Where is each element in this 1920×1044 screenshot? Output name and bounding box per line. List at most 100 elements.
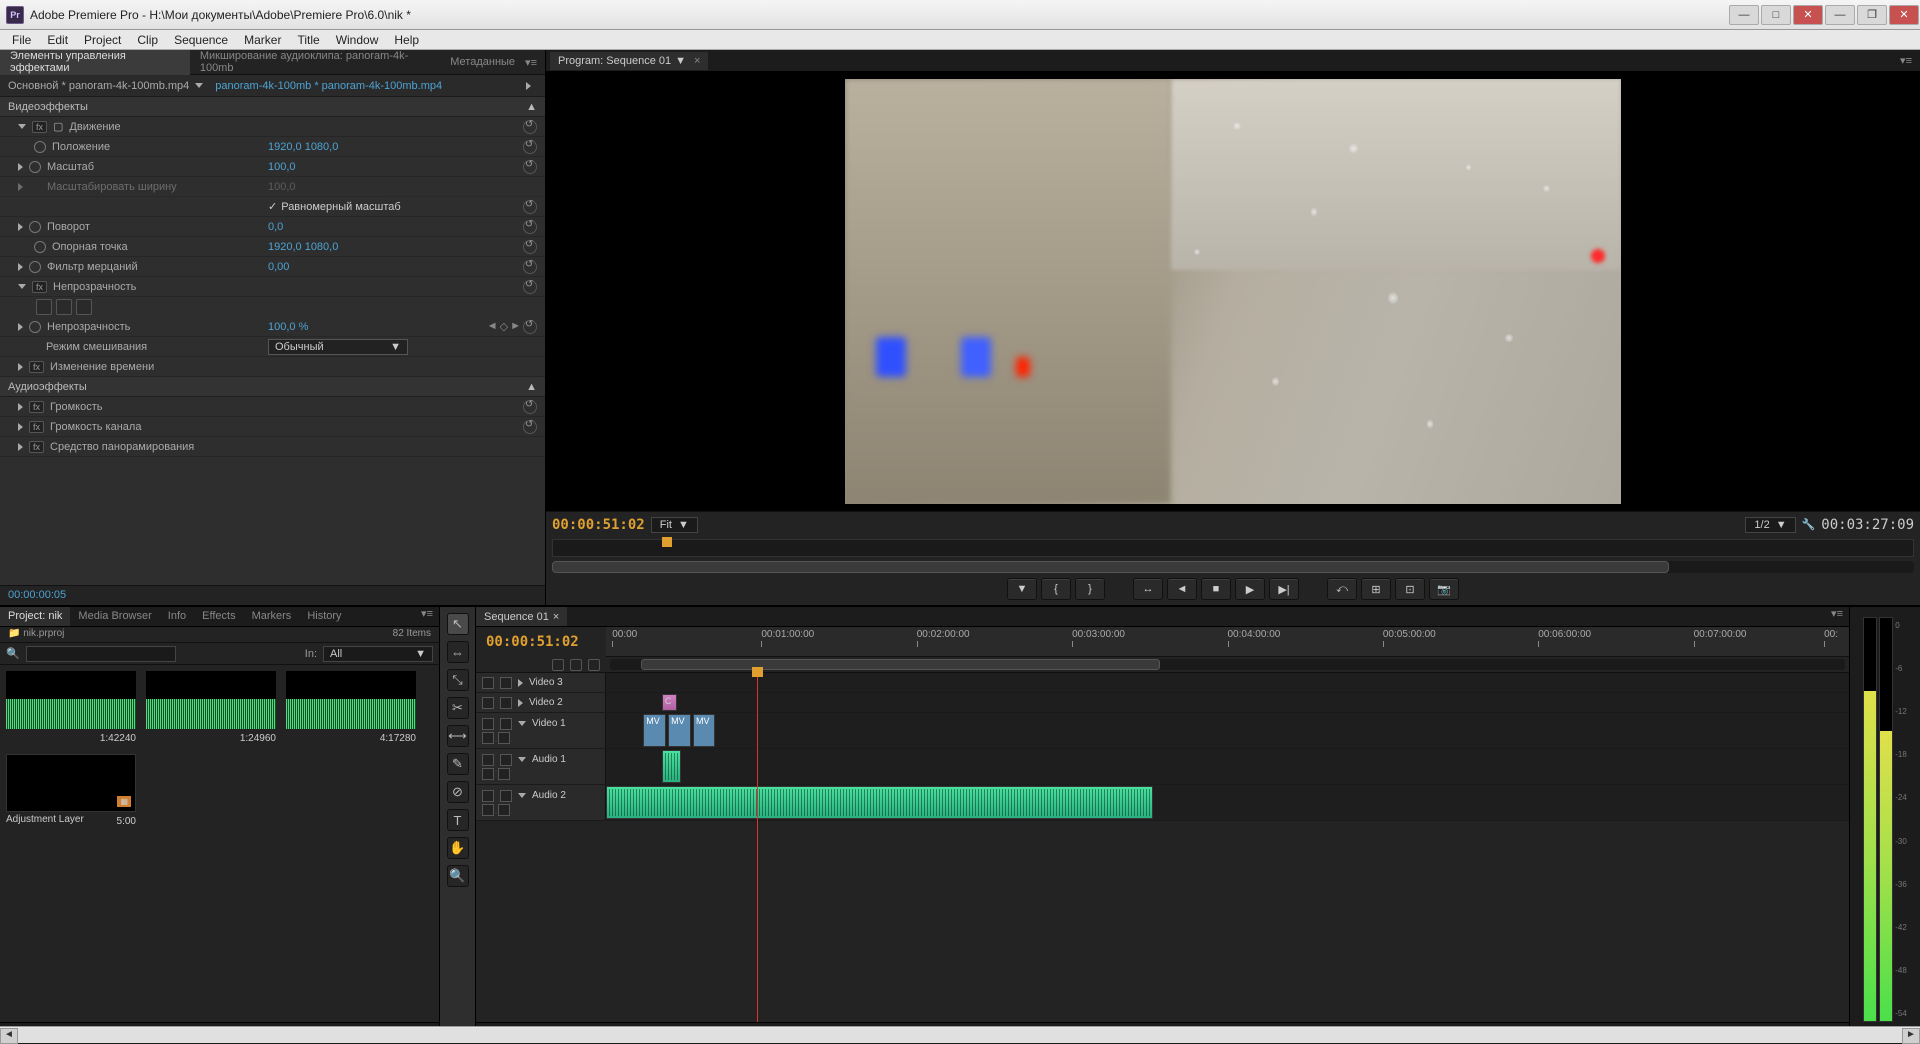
video-effects-section[interactable]: Видеоэффекты▲: [0, 97, 545, 117]
goto-in-button[interactable]: ↔: [1133, 578, 1163, 600]
tab-effect-controls[interactable]: Элементы управления эффектами: [0, 50, 190, 75]
flicker-value[interactable]: 0,00: [268, 261, 448, 273]
track-toggle[interactable]: [482, 677, 494, 689]
program-scrubber[interactable]: [552, 539, 1914, 557]
program-timecode[interactable]: 00:00:51:02: [552, 517, 645, 533]
stopwatch-icon[interactable]: [29, 321, 41, 333]
add-keyframe-icon[interactable]: ◇: [500, 320, 508, 334]
menu-file[interactable]: File: [4, 31, 39, 49]
blend-mode-dropdown[interactable]: Обычный▼: [268, 339, 408, 355]
stopwatch-icon[interactable]: [29, 261, 41, 273]
menu-help[interactable]: Help: [386, 31, 427, 49]
clip-item-adjustment[interactable]: ▦ Adjustment Layer5:00: [6, 754, 136, 827]
position-value[interactable]: 1920,0 1080,0: [268, 141, 448, 153]
snapshot-button[interactable]: 📷: [1429, 578, 1459, 600]
menu-marker[interactable]: Marker: [236, 31, 289, 49]
tab-audio-mixer[interactable]: Микширование аудиоклипа: panoram-4k-100m…: [190, 50, 440, 75]
hand-tool[interactable]: ✋: [447, 837, 469, 859]
dropdown-icon[interactable]: [195, 83, 203, 88]
uniform-checkbox[interactable]: ✓: [268, 200, 277, 213]
timeline-tab[interactable]: Sequence 01×: [476, 607, 567, 626]
scroll-right-icon[interactable]: ►: [1902, 1028, 1920, 1044]
pen-tool[interactable]: ✎: [447, 753, 469, 775]
tab-history[interactable]: History: [299, 607, 349, 626]
track-output[interactable]: [482, 732, 494, 744]
track-lock[interactable]: [500, 677, 512, 689]
close-icon[interactable]: ×: [694, 55, 700, 67]
settings-icon[interactable]: 🔧: [1802, 518, 1816, 531]
reset-icon[interactable]: [523, 320, 537, 334]
tab-project[interactable]: Project: nik: [0, 607, 70, 626]
in-point-button[interactable]: {: [1041, 578, 1071, 600]
reset-icon[interactable]: [523, 200, 537, 214]
anchor-value[interactable]: 1920,0 1080,0: [268, 241, 448, 253]
minimize-button-2[interactable]: —: [1825, 5, 1855, 25]
track-lock[interactable]: [500, 718, 512, 730]
stopwatch-icon[interactable]: [29, 221, 41, 233]
rate-stretch-tool[interactable]: ⊘: [447, 781, 469, 803]
clip-item[interactable]: 1:24960: [146, 671, 276, 744]
close-button-2[interactable]: ✕: [1889, 5, 1919, 25]
timeline-clip[interactable]: C: [662, 694, 677, 711]
out-point-button[interactable]: }: [1075, 578, 1105, 600]
audio-effects-section[interactable]: Аудиоэффекты▲: [0, 377, 545, 397]
track-rec[interactable]: [498, 768, 510, 780]
scroll-left-icon[interactable]: ◄: [0, 1028, 18, 1044]
panel-menu-icon[interactable]: ▾≡: [1900, 54, 1920, 67]
mark-in-button[interactable]: ▼: [1007, 578, 1037, 600]
tab-metadata[interactable]: Метаданные: [440, 50, 525, 75]
marker-icon[interactable]: [570, 659, 582, 671]
rect-mask-icon[interactable]: [56, 299, 72, 315]
tab-markers[interactable]: Markers: [244, 607, 300, 626]
stop-button[interactable]: ■: [1201, 578, 1231, 600]
extract-button[interactable]: ⊞: [1361, 578, 1391, 600]
type-tool[interactable]: T: [447, 809, 469, 831]
step-fwd-button[interactable]: ▶|: [1269, 578, 1299, 600]
lift-button[interactable]: ⤺: [1327, 578, 1357, 600]
timeline-tracks[interactable]: Video 3 Video 2 C Video 1 MV MV MV Audio…: [476, 673, 1849, 1022]
time-remap-row[interactable]: fxИзменение времени: [0, 357, 545, 377]
tab-media-browser[interactable]: Media Browser: [70, 607, 159, 626]
reset-icon[interactable]: [523, 160, 537, 174]
snap-icon[interactable]: [552, 659, 564, 671]
timeline-clip[interactable]: MV: [693, 714, 715, 747]
rotation-value[interactable]: 0,0: [268, 221, 448, 233]
track-select-tool[interactable]: ⇔: [447, 641, 469, 663]
track-mute[interactable]: [500, 754, 512, 766]
tab-info[interactable]: Info: [160, 607, 194, 626]
program-viewer[interactable]: [546, 72, 1920, 511]
minimize-button[interactable]: —: [1729, 5, 1759, 25]
timeline-zoom-bar[interactable]: [610, 659, 1845, 670]
reset-icon[interactable]: [523, 220, 537, 234]
timeline-timecode[interactable]: 00:00:51:02: [486, 634, 579, 650]
timeline-playhead[interactable]: [757, 673, 758, 1022]
volume-row[interactable]: fxГромкость: [0, 397, 545, 417]
playhead-icon[interactable]: [662, 537, 672, 547]
panel-menu-icon[interactable]: ▾≡: [421, 607, 439, 626]
track-toggle[interactable]: [482, 754, 494, 766]
stopwatch-icon[interactable]: [34, 241, 46, 253]
menu-project[interactable]: Project: [76, 31, 129, 49]
prev-keyframe-icon[interactable]: ◄: [487, 320, 498, 334]
close-button[interactable]: ✕: [1793, 5, 1823, 25]
track-toggle[interactable]: [482, 718, 494, 730]
track-solo[interactable]: [482, 804, 494, 816]
effect-panel-footer-timecode[interactable]: 00:00:00:05: [0, 585, 545, 605]
motion-effect-row[interactable]: fx▢Движение: [0, 117, 545, 137]
slip-tool[interactable]: ⟷: [447, 725, 469, 747]
reset-icon[interactable]: [523, 120, 537, 134]
reset-icon[interactable]: [523, 400, 537, 414]
settings-icon[interactable]: [588, 659, 600, 671]
expand-icon[interactable]: [526, 82, 531, 90]
pen-mask-icon[interactable]: [76, 299, 92, 315]
track-rec[interactable]: [498, 804, 510, 816]
window-horizontal-scrollbar[interactable]: ◄ ►: [0, 1026, 1920, 1044]
track-lock[interactable]: [500, 697, 512, 709]
stopwatch-icon[interactable]: [34, 141, 46, 153]
clip-item[interactable]: 4:17280: [286, 671, 416, 744]
step-back-button[interactable]: ◄: [1167, 578, 1197, 600]
selection-tool[interactable]: ↖: [447, 613, 469, 635]
program-scrollbar[interactable]: [552, 561, 1914, 573]
export-frame-button[interactable]: ⊡: [1395, 578, 1425, 600]
channel-volume-row[interactable]: fxГромкость канала: [0, 417, 545, 437]
